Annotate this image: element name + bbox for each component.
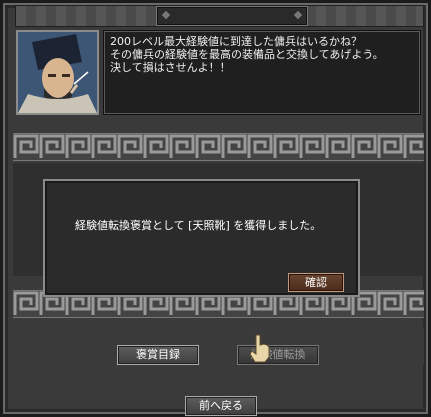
pointer-hand-icon xyxy=(249,334,270,363)
npc-dialogue: 200レベル最大経験値に到達した傭兵はいるかね？ その傭兵の経験値を最高の装備品… xyxy=(103,30,421,115)
dialogue-line: 決して損はさせんよ！！ xyxy=(110,61,231,74)
npc-dialog-window: 200レベル最大経験値に到達した傭兵はいるかね？ その傭兵の経験値を最高の装備品… xyxy=(0,0,431,417)
npc-portrait xyxy=(16,30,99,115)
meander-pattern-icon xyxy=(13,134,424,160)
back-button[interactable]: 前へ戻る xyxy=(185,396,257,416)
action-area xyxy=(13,327,424,365)
dialogue-line: 200レベル最大経験値に到達した傭兵はいるかね？ xyxy=(110,35,362,48)
ornamental-border xyxy=(13,133,424,161)
reward-message: 経験値転換褒賞として [天照靴] を獲得しました。 xyxy=(75,219,322,232)
dialogue-line: その傭兵の経験値を最高の装備品と交換してあげよう。 xyxy=(110,48,384,61)
confirm-button[interactable]: 確認 xyxy=(288,273,344,292)
reward-list-button[interactable]: 褒賞目録 xyxy=(117,345,199,365)
npc-portrait-icon xyxy=(18,32,97,113)
window-title-bar[interactable] xyxy=(15,5,424,27)
ornament-dot-icon xyxy=(293,10,303,20)
reward-popup: 経験値転換褒賞として [天照靴] を獲得しました。 確認 xyxy=(43,179,360,297)
ornament-dot-icon xyxy=(161,10,171,20)
title-tab xyxy=(156,6,308,26)
